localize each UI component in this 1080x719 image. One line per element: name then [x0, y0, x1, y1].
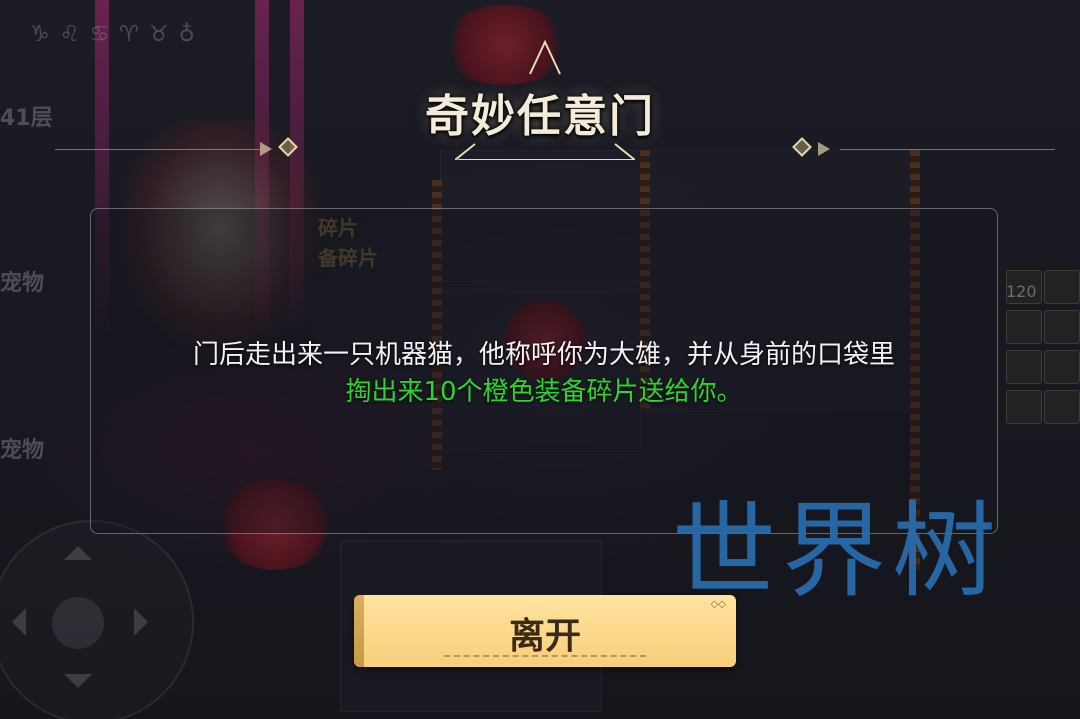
- arrow-right-icon: [818, 142, 830, 156]
- dialog-title: 奇妙任意门: [425, 91, 655, 142]
- dialog-title-bar: 奇妙任意门: [0, 40, 1080, 170]
- button-dashed-line: [444, 655, 646, 657]
- message-text: 门后走出来一只机器猫，他称呼你为大雄，并从身前的口袋里: [192, 340, 895, 370]
- leave-button-label: 离开: [508, 616, 581, 657]
- title-deco-line: [55, 149, 260, 150]
- title-deco-line: [840, 149, 1055, 150]
- reward-text: 掏出来10个橙色装备碎片送给你。: [345, 377, 743, 407]
- leave-button[interactable]: ◇◇ 离开: [354, 595, 736, 667]
- arrow-right-icon: [260, 142, 272, 156]
